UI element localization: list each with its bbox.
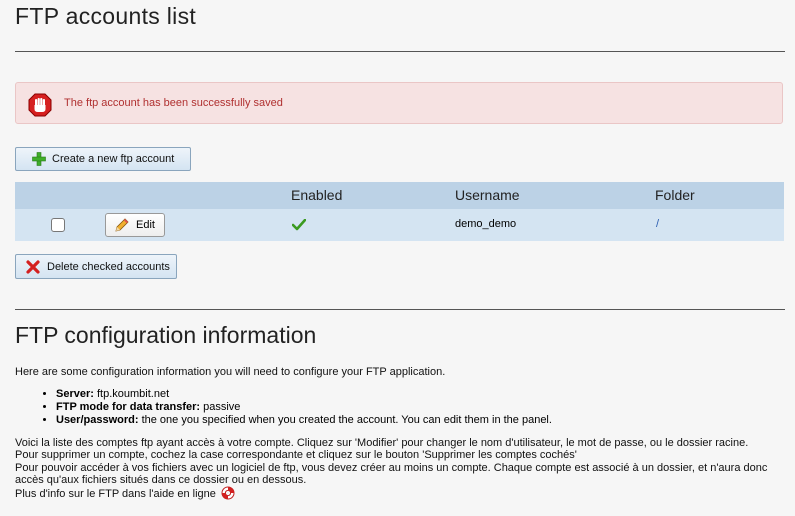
alert-message: The ftp account has been successfully sa… [64,97,283,109]
create-button-label: Create a new ftp account [52,153,175,165]
red-x-icon [26,260,40,274]
folder-link[interactable]: / [656,218,659,230]
column-header-folder: Folder [655,187,695,203]
create-ftp-account-button[interactable]: Create a new ftp account [15,147,191,171]
help-link-text: Plus d'info sur le FTP dans l'aide en li… [15,488,216,501]
config-item-ftp-mode: FTP mode for data transfer: passive [56,401,552,414]
delete-checked-accounts-button[interactable]: Delete checked accounts [15,254,177,279]
lifebuoy-icon[interactable] [221,486,235,500]
stop-hand-icon [28,93,52,117]
config-section-title: FTP configuration information [15,322,317,348]
paragraph-line: accès qu'aux fichiers situés dans ce dos… [15,473,307,486]
username-cell: demo_demo [455,218,517,230]
column-header-username: Username [455,187,520,203]
title-divider [15,51,785,52]
config-item-user-password: User/password: the one you specified whe… [56,414,552,427]
paragraph-line: Voici la liste des comptes ftp ayant acc… [15,437,749,449]
config-list: Server: ftp.koumbit.net FTP mode for dat… [44,388,552,427]
row-select-checkbox[interactable] [51,218,65,232]
plus-icon [32,152,46,166]
delete-button-label: Delete checked accounts [47,261,170,273]
help-link-line: Plus d'info sur le FTP dans l'aide en li… [15,486,785,500]
paragraph-line: Pour pouvoir accéder à vos fichiers avec… [15,461,768,474]
section-divider [15,309,785,310]
edit-button-label: Edit [136,219,155,231]
edit-button[interactable]: Edit [105,213,165,237]
checkmark-icon [292,219,306,231]
help-paragraph: Voici la liste des comptes ftp ayant acc… [15,437,785,500]
config-item-server: Server: ftp.koumbit.net [56,388,552,401]
table-row: Edit demo_demo / [15,209,784,241]
table-header: Enabled Username Folder [15,182,784,209]
success-alert: The ftp account has been successfully sa… [15,82,783,124]
pencil-icon [115,218,129,232]
page-title: FTP accounts list [15,3,197,29]
column-header-enabled: Enabled [291,187,343,203]
paragraph-line: Pour supprimer un compte, cochez la case… [15,449,577,462]
config-intro: Here are some configuration information … [15,366,446,378]
